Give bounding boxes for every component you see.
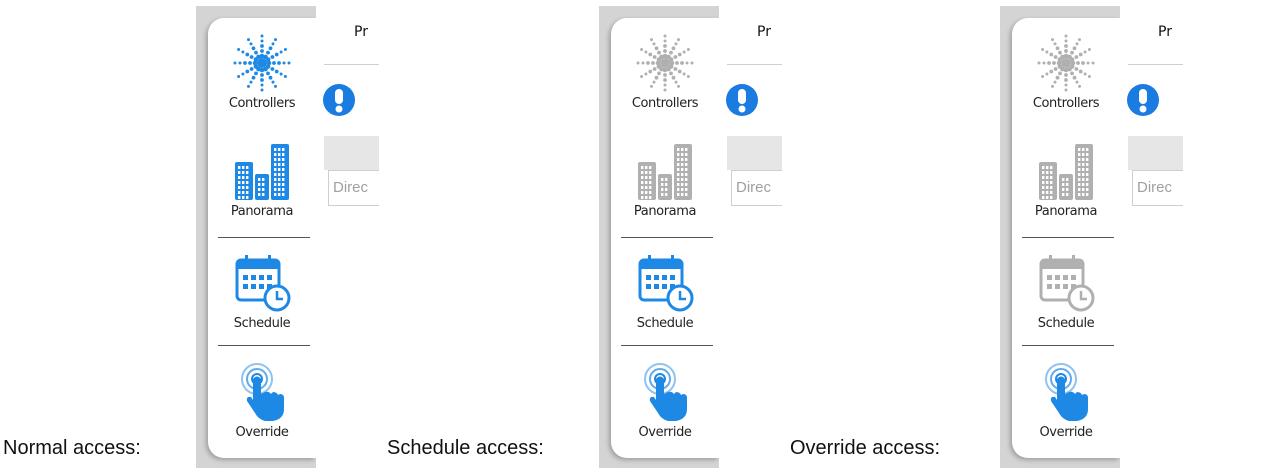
sidebar-item-label: Controllers <box>228 96 296 111</box>
schedule-icon <box>634 252 696 314</box>
schedule-icon <box>231 252 293 314</box>
divider <box>218 237 310 238</box>
title-divider <box>324 64 379 65</box>
directory-input[interactable]: Direc <box>1132 170 1183 206</box>
sidebar-item-label: Override <box>638 425 692 440</box>
sidebar-item-controllers[interactable]: Controllers <box>208 32 316 111</box>
controllers-icon <box>1035 32 1097 94</box>
page-title: Pr <box>757 24 771 40</box>
panorama-icon <box>231 140 293 202</box>
sidebar-item-label: Controllers <box>631 96 699 111</box>
content-area: Pr Direc <box>719 6 782 468</box>
sidebar-item-panorama[interactable]: Panorama <box>208 140 316 219</box>
caption-schedule-access: Schedule access: <box>387 437 544 459</box>
caption-normal-access: Normal access: <box>3 437 141 459</box>
sidebar-item-label: Override <box>1039 425 1093 440</box>
content-area: Pr Direc <box>1120 6 1183 468</box>
sidebar-item-override[interactable]: Override <box>1012 361 1120 440</box>
sidebar-item-override[interactable]: Override <box>208 361 316 440</box>
panorama-icon <box>1035 140 1097 202</box>
divider <box>1022 237 1114 238</box>
sidebar-nav: Controllers Panorama Schedule Override <box>611 18 719 458</box>
divider <box>1022 345 1114 346</box>
sidebar-item-label: Override <box>235 425 289 440</box>
page-title: Pr <box>1158 24 1172 40</box>
exclamation-alert-icon <box>725 83 759 122</box>
sidebar-item-label: Schedule <box>636 316 694 331</box>
sidebar-item-label: Panorama <box>1034 204 1098 219</box>
caption-override-access: Override access: <box>790 437 941 459</box>
content-area: Pr Direc <box>316 6 379 468</box>
sidebar-item-panorama[interactable]: Panorama <box>611 140 719 219</box>
header-band <box>324 136 379 170</box>
sidebar-item-label: Controllers <box>1032 96 1100 111</box>
sidebar-item-override[interactable]: Override <box>611 361 719 440</box>
header-band <box>727 136 782 170</box>
sidebar-item-schedule[interactable]: Schedule <box>611 252 719 331</box>
header-band <box>1128 136 1183 170</box>
sidebar-nav: Controllers Panorama Schedule Override <box>1012 18 1120 458</box>
screenshot-schedule-access: Controllers Panorama Schedule Override P… <box>599 6 782 468</box>
title-divider <box>727 64 782 65</box>
override-icon <box>1035 361 1097 423</box>
directory-input[interactable]: Direc <box>731 170 782 206</box>
sidebar-item-schedule[interactable]: Schedule <box>208 252 316 331</box>
sidebar-item-controllers[interactable]: Controllers <box>1012 32 1120 111</box>
panorama-icon <box>634 140 696 202</box>
schedule-icon <box>1035 252 1097 314</box>
override-icon <box>231 361 293 423</box>
sidebar-item-label: Schedule <box>233 316 291 331</box>
override-icon <box>634 361 696 423</box>
title-divider <box>1128 64 1183 65</box>
page-title: Pr <box>354 24 368 40</box>
sidebar-item-controllers[interactable]: Controllers <box>611 32 719 111</box>
divider <box>218 345 310 346</box>
directory-input[interactable]: Direc <box>328 170 379 206</box>
controllers-icon <box>634 32 696 94</box>
sidebar-item-label: Schedule <box>1037 316 1095 331</box>
screenshot-override-access: Controllers Panorama Schedule Override P… <box>1000 6 1183 468</box>
exclamation-alert-icon <box>322 83 356 122</box>
screenshot-normal-access: Controllers Panorama Schedule Override P… <box>196 6 379 468</box>
controllers-icon <box>231 32 293 94</box>
sidebar-item-label: Panorama <box>230 204 294 219</box>
divider <box>621 345 713 346</box>
sidebar-nav: Controllers Panorama Schedule Override <box>208 18 316 458</box>
divider <box>621 237 713 238</box>
sidebar-item-schedule[interactable]: Schedule <box>1012 252 1120 331</box>
exclamation-alert-icon <box>1126 83 1160 122</box>
sidebar-item-label: Panorama <box>633 204 697 219</box>
sidebar-item-panorama[interactable]: Panorama <box>1012 140 1120 219</box>
